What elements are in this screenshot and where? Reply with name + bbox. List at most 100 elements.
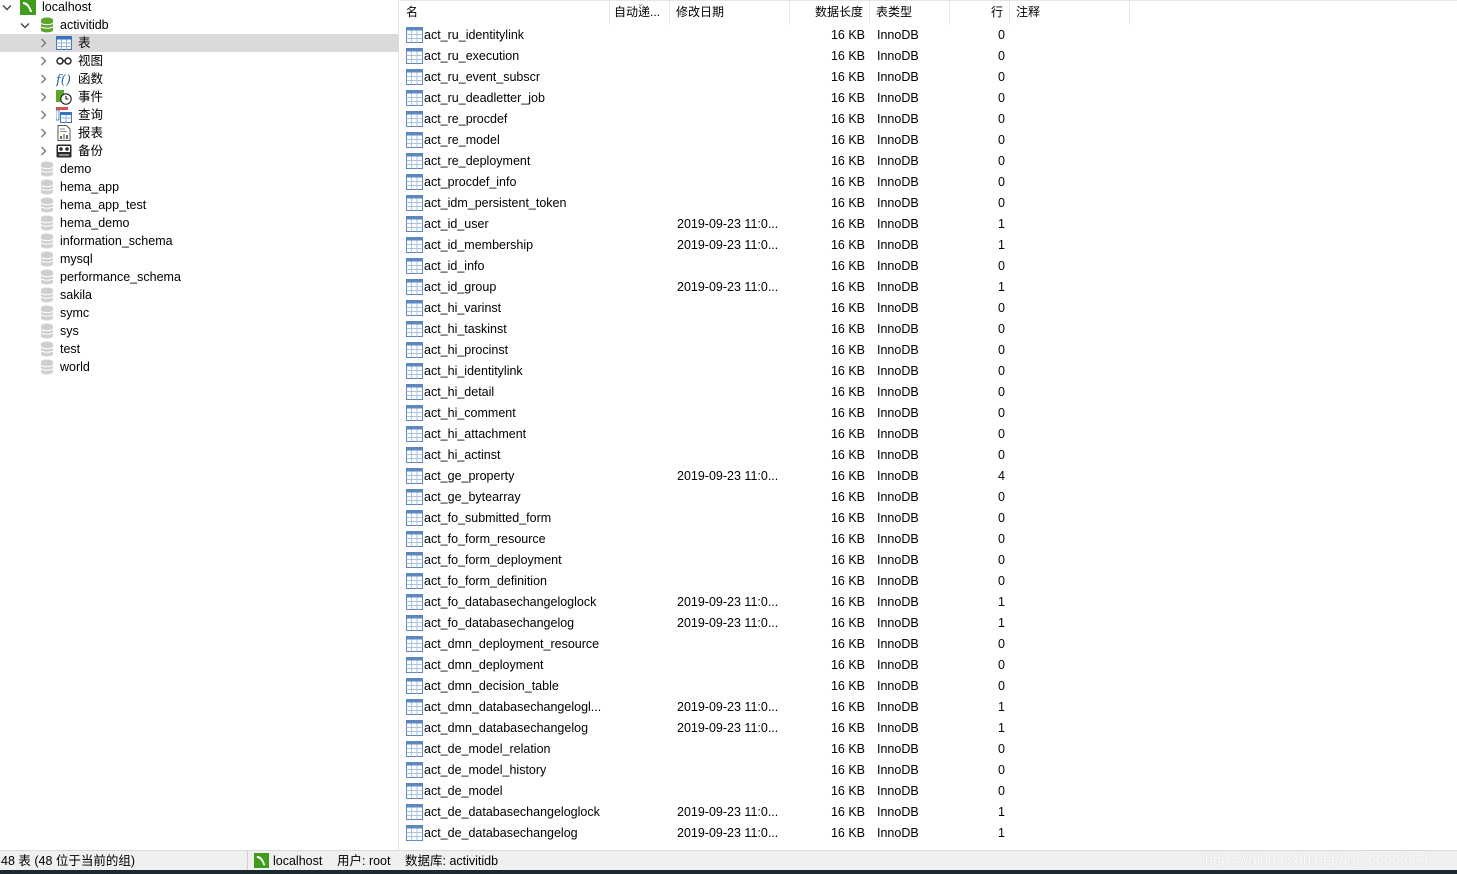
cell-rows: 1 [998, 700, 1005, 714]
table-row[interactable]: act_re_deployment 16 KB InnoDB 0 [400, 151, 1457, 172]
tree-group-item[interactable]: 表 [0, 34, 399, 52]
table-row[interactable]: act_de_model 16 KB InnoDB 0 [400, 781, 1457, 802]
chevron-right-icon[interactable] [38, 38, 48, 48]
tree-group-item[interactable]: f() 函数 [0, 70, 399, 88]
table-row[interactable]: act_ru_deadletter_job 16 KB InnoDB 0 [400, 88, 1457, 109]
table-row[interactable]: act_fo_databasechangelog 2019-09-23 11:0.… [400, 613, 1457, 634]
table-row[interactable]: act_fo_submitted_form 16 KB InnoDB 0 [400, 508, 1457, 529]
cell-modified [677, 550, 787, 571]
tree-database-item[interactable]: hema_app [0, 178, 399, 196]
cell-modified [677, 340, 787, 361]
cell-name: act_dmn_deployment_resource [424, 637, 600, 651]
chevron-down-icon[interactable] [20, 20, 30, 30]
table-row[interactable]: act_de_model_history 16 KB InnoDB 0 [400, 760, 1457, 781]
table-row[interactable]: act_id_membership 2019-09-23 11:0... 16 KB… [400, 235, 1457, 256]
table-row[interactable]: act_fo_databasechangeloglock 2019-09-23 1… [400, 592, 1457, 613]
table-row[interactable]: act_hi_attachment 16 KB InnoDB 0 [400, 424, 1457, 445]
chevron-right-icon[interactable] [38, 56, 48, 66]
tree-group-item[interactable]: 视图 [0, 52, 399, 70]
table-row[interactable]: act_dmn_deployment_resource 16 KB InnoDB 0 [400, 634, 1457, 655]
cell-name: act_hi_comment [424, 406, 516, 420]
table-row[interactable]: act_ge_bytearray 16 KB InnoDB 0 [400, 487, 1457, 508]
tree-database-item[interactable]: sakila [0, 286, 399, 304]
table-row[interactable]: act_fo_form_deployment 16 KB InnoDB 0 [400, 550, 1457, 571]
tree-database-item[interactable]: information_schema [0, 232, 399, 250]
cell-engine: InnoDB [877, 448, 919, 462]
cell-modified [677, 67, 787, 88]
tree-database-item[interactable]: sys [0, 322, 399, 340]
column-header-name[interactable]: 名 [400, 1, 610, 25]
table-row[interactable]: act_ru_execution 16 KB InnoDB 0 [400, 46, 1457, 67]
table-row[interactable]: act_hi_detail 16 KB InnoDB 0 [400, 382, 1457, 403]
table-row[interactable]: act_procdef_info 16 KB InnoDB 0 [400, 172, 1457, 193]
column-header-rows[interactable]: 行 [950, 1, 1010, 25]
cell-engine: InnoDB [877, 469, 919, 483]
chevron-right-icon[interactable] [38, 74, 48, 84]
table-row[interactable]: act_de_databasechangeloglock 2019-09-23 1… [400, 802, 1457, 823]
table-row[interactable]: act_id_info 16 KB InnoDB 0 [400, 256, 1457, 277]
table-icon [406, 783, 423, 799]
tree-database-item[interactable]: hema_demo [0, 214, 399, 232]
report-icon [56, 125, 72, 141]
table-row[interactable]: act_ge_property 2019-09-23 11:0... 16 KB In… [400, 466, 1457, 487]
table-row[interactable]: act_id_user 2019-09-23 11:0... 16 KB InnoDB… [400, 214, 1457, 235]
table-row[interactable]: act_fo_form_resource 16 KB InnoDB 0 [400, 529, 1457, 550]
tree-database-item[interactable]: world [0, 358, 399, 376]
mysql-connection-icon [254, 853, 269, 868]
tree-group-item[interactable]: 报表 [0, 124, 399, 142]
cell-engine: InnoDB [877, 700, 919, 714]
cell-rows: 0 [998, 364, 1005, 378]
table-row[interactable]: act_hi_taskinst 16 KB InnoDB 0 [400, 319, 1457, 340]
chevron-right-icon[interactable] [38, 92, 48, 102]
tree-group-item[interactable]: 事件 [0, 88, 399, 106]
table-row[interactable]: act_hi_varinst 16 KB InnoDB 0 [400, 298, 1457, 319]
table-row[interactable]: act_re_model 16 KB InnoDB 0 [400, 130, 1457, 151]
tree-group-item[interactable]: 查询 [0, 106, 399, 124]
tree-database-item[interactable]: mysql [0, 250, 399, 268]
cell-data-length: 16 KB [830, 721, 865, 735]
cell-modified [677, 487, 787, 508]
cell-data-length: 16 KB [830, 364, 865, 378]
column-header-engine[interactable]: 表类型 [870, 1, 950, 25]
column-header-data-length[interactable]: 数据长度 [790, 1, 870, 25]
table-icon [406, 174, 423, 190]
column-header-modified[interactable]: 修改日期 [670, 1, 790, 25]
column-header-comment[interactable]: 注释 [1010, 1, 1130, 25]
tree-connection-localhost[interactable]: localhost [0, 0, 399, 16]
table-row[interactable]: act_hi_actinst 16 KB InnoDB 0 [400, 445, 1457, 466]
cell-name: act_ru_identitylink [424, 28, 525, 42]
tree-database-item[interactable]: demo [0, 160, 399, 178]
table-row[interactable]: act_dmn_databasechangelog 2019-09-23 11:0… [400, 718, 1457, 739]
table-row[interactable]: act_hi_identitylink 16 KB InnoDB 0 [400, 361, 1457, 382]
table-row[interactable]: act_ru_identitylink 16 KB InnoDB 0 [400, 25, 1457, 46]
table-row[interactable]: act_hi_comment 16 KB InnoDB 0 [400, 403, 1457, 424]
table-row[interactable]: act_idm_persistent_token 16 KB InnoDB 0 [400, 193, 1457, 214]
table-row[interactable]: act_hi_procinst 16 KB InnoDB 0 [400, 340, 1457, 361]
chevron-down-icon[interactable] [2, 2, 12, 12]
tree-group-item[interactable]: 备份 [0, 142, 399, 160]
column-header-comment-label: 注释 [1016, 5, 1041, 19]
chevron-right-icon[interactable] [38, 146, 48, 156]
tree-database-item[interactable]: symc [0, 304, 399, 322]
cell-name: act_id_group [424, 280, 497, 294]
tree-group-item-label: 报表 [78, 126, 104, 140]
tree-database-item[interactable]: hema_app_test [0, 196, 399, 214]
tree-database-item-label: world [60, 360, 90, 374]
table-row[interactable]: act_re_procdef 16 KB InnoDB 0 [400, 109, 1457, 130]
chevron-right-icon[interactable] [38, 128, 48, 138]
chevron-right-icon[interactable] [38, 110, 48, 120]
table-row[interactable]: act_dmn_databasechangelogl... 2019-09-23 … [400, 697, 1457, 718]
tree-database-item[interactable]: performance_schema [0, 268, 399, 286]
table-row[interactable]: act_de_databasechangelog 2019-09-23 11:0.… [400, 823, 1457, 844]
table-row[interactable]: act_fo_form_definition 16 KB InnoDB 0 [400, 571, 1457, 592]
cell-modified [677, 760, 787, 781]
tree-group-item-label: 函数 [78, 72, 104, 86]
table-row[interactable]: act_ru_event_subscr 16 KB InnoDB 0 [400, 67, 1457, 88]
tree-database-activitidb[interactable]: activitidb [0, 16, 399, 34]
table-row[interactable]: act_de_model_relation 16 KB InnoDB 0 [400, 739, 1457, 760]
tree-database-item[interactable]: test [0, 340, 399, 358]
table-row[interactable]: act_dmn_deployment 16 KB InnoDB 0 [400, 655, 1457, 676]
table-row[interactable]: act_dmn_decision_table 16 KB InnoDB 0 [400, 676, 1457, 697]
cell-engine: InnoDB [877, 490, 919, 504]
table-row[interactable]: act_id_group 2019-09-23 11:0... 16 KB InnoD… [400, 277, 1457, 298]
